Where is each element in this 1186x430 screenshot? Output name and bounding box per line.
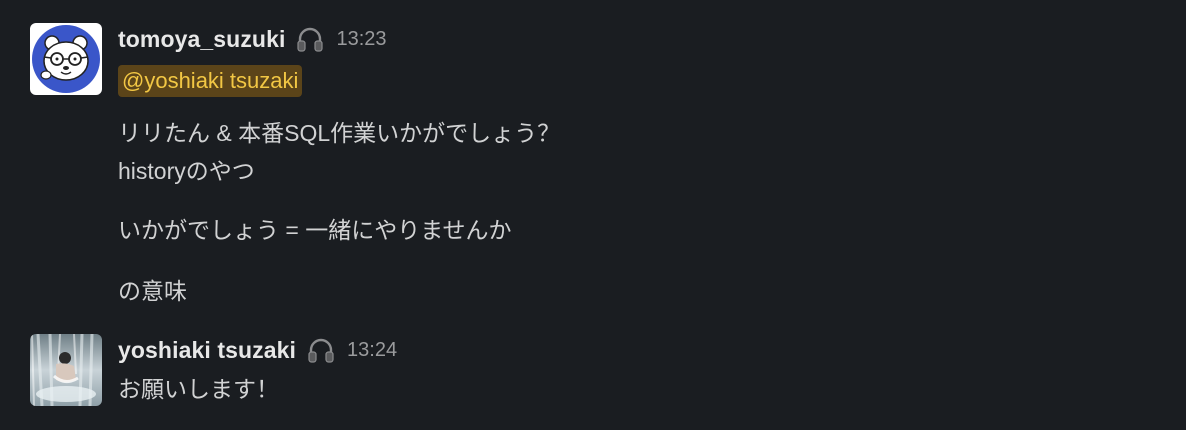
message-text: お願いします！ <box>118 376 279 402</box>
bear-avatar-icon <box>30 23 102 95</box>
username[interactable]: tomoya_suzuki <box>118 26 285 53</box>
waterfall-photo-icon <box>30 334 102 406</box>
mention-row: @yoshiaki tsuzaki <box>118 65 1118 99</box>
headphones-icon <box>305 334 337 366</box>
message-text: いかがでしょう = 一緒にやりませんか <box>118 217 512 243</box>
user-mention[interactable]: @yoshiaki tsuzaki <box>118 65 303 97</box>
message-content: yoshiaki tsuzaki 13:24 お願いします！ <box>118 334 1118 403</box>
message-header: yoshiaki tsuzaki 13:24 <box>118 334 1118 366</box>
message-text: リリたん & 本番SQL作業いかがでしょう？ <box>118 120 561 146</box>
timestamp[interactable]: 13:24 <box>347 339 397 362</box>
message-content: tomoya_suzuki 13:23 @yoshiaki tsuzaki リリ… <box>118 23 1118 304</box>
timestamp[interactable]: 13:23 <box>336 28 386 51</box>
avatar[interactable] <box>30 23 102 95</box>
username[interactable]: yoshiaki tsuzaki <box>118 337 296 364</box>
headphones-icon <box>294 23 326 55</box>
message-text: historyのやつ <box>118 158 255 184</box>
avatar[interactable] <box>30 334 102 406</box>
message-header: tomoya_suzuki 13:23 <box>118 23 1118 55</box>
message-text: の意味 <box>118 278 187 304</box>
